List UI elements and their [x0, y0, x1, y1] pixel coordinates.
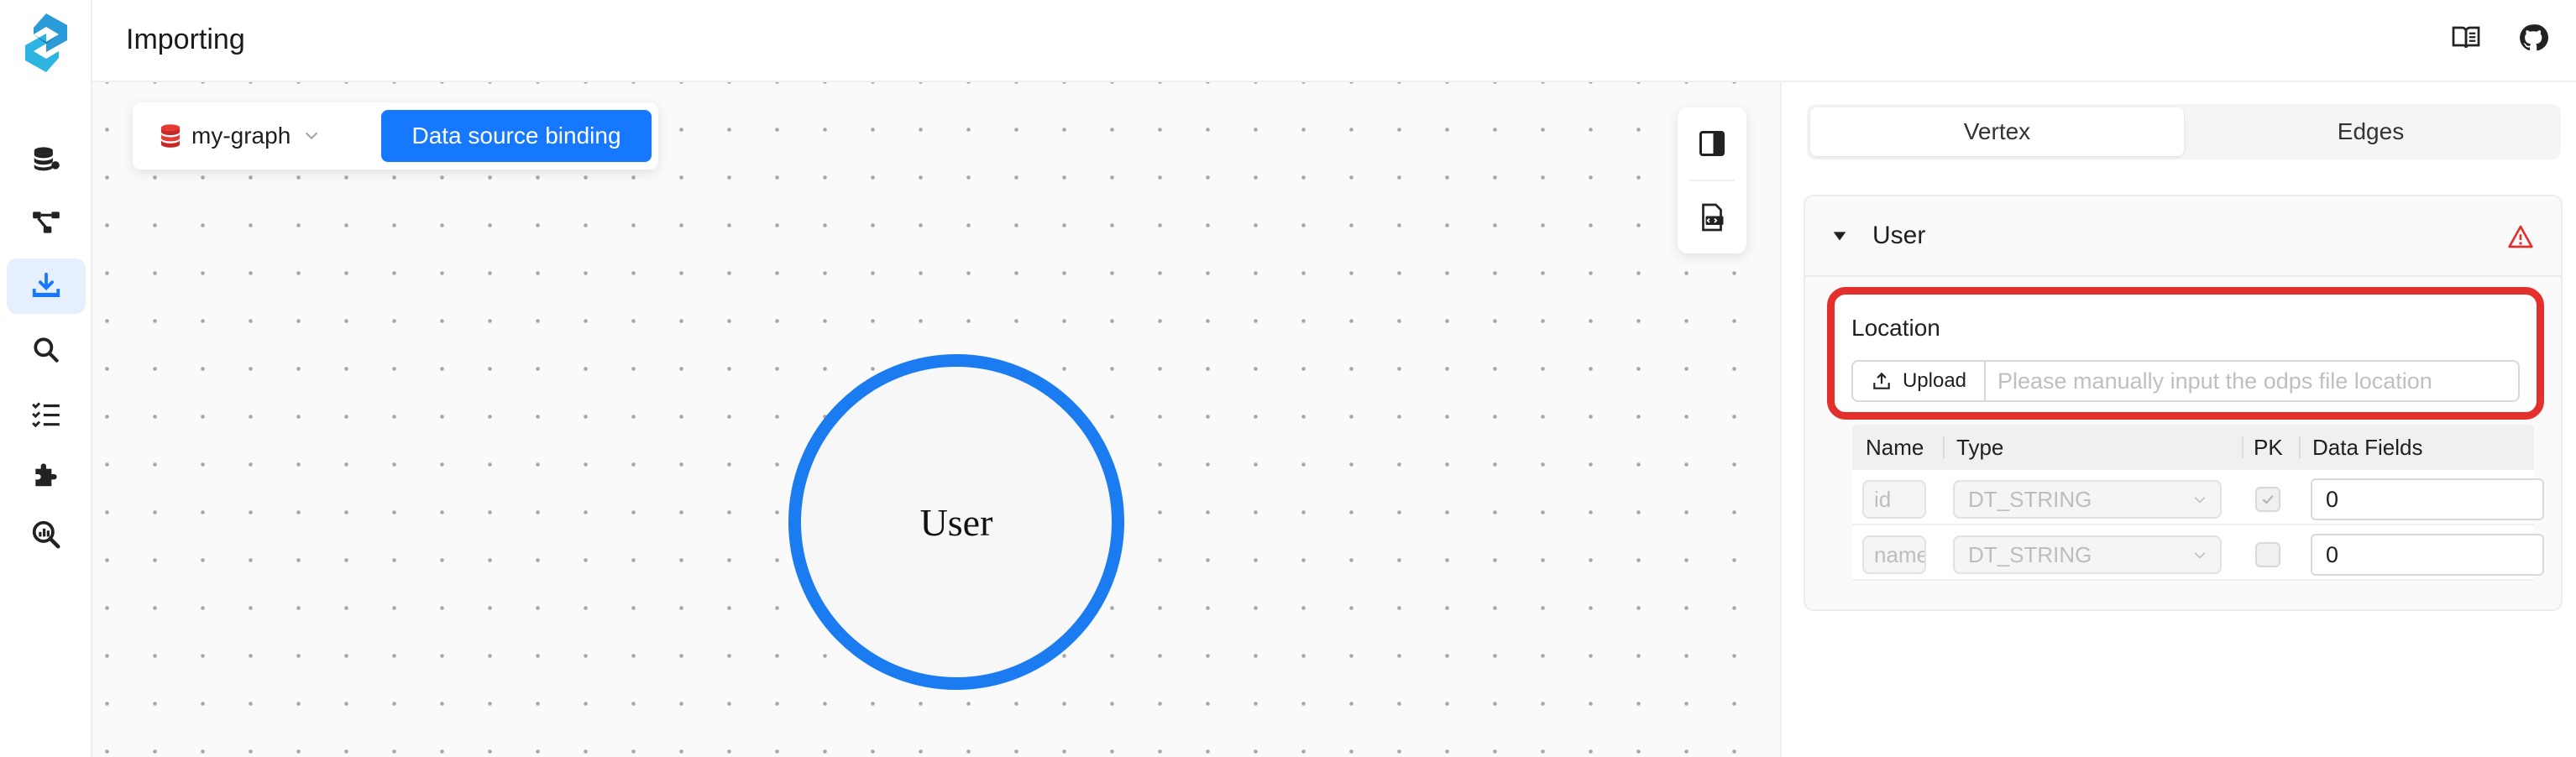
vertex-node[interactable]: User — [788, 354, 1124, 690]
pk-checkbox — [2255, 542, 2280, 567]
column-type: Type — [1956, 434, 2004, 460]
upload-label: Upload — [1902, 369, 1967, 392]
properties-table: Name Type PK Data Fields id DT_STRING 0 — [1852, 425, 2544, 581]
column-data-fields: Data Fields — [2312, 434, 2423, 460]
data-field-input[interactable]: 0 — [2311, 478, 2544, 520]
property-type-select: DT_STRING — [1953, 480, 2222, 519]
warning-icon — [2508, 225, 2533, 248]
graph-name: my-graph — [191, 123, 291, 149]
panel-tabs: Vertex Edges — [1807, 104, 2561, 159]
query-icon — [34, 337, 59, 363]
type-value: DT_STRING — [1968, 541, 2092, 567]
table-row: id DT_STRING 0 — [1852, 470, 2544, 525]
upload-button[interactable]: Upload — [1853, 362, 1986, 400]
sidebar-item-modeling[interactable] — [7, 195, 86, 250]
sidebar-toggle-icon — [1699, 131, 1725, 156]
chevron-down-icon — [2194, 497, 2206, 504]
docs-button[interactable] — [2448, 20, 2484, 55]
data-field-input[interactable]: 0 — [2311, 534, 2544, 576]
github-icon — [2520, 24, 2548, 51]
tab-edges[interactable]: Edges — [2184, 107, 2558, 156]
export-file-button[interactable] — [1678, 181, 1746, 253]
chevron-down-icon — [2194, 552, 2206, 559]
sidebar-item-jobs[interactable] — [7, 386, 86, 441]
table-row: name DT_STRING 0 — [1852, 525, 2544, 581]
caret-down-icon[interactable] — [1830, 227, 1849, 245]
importing-icon — [32, 272, 60, 297]
sidebar-item-graphs[interactable] — [7, 131, 86, 186]
sidebar-nav — [0, 0, 92, 757]
github-button[interactable] — [2516, 20, 2551, 55]
toggle-panel-button[interactable] — [1678, 107, 1746, 180]
tab-vertex[interactable]: Vertex — [1810, 107, 2184, 156]
canvas-side-tools — [1678, 107, 1746, 253]
graph-selector[interactable]: my-graph — [158, 123, 321, 149]
vertex-binding-card: User Location Upload Please manually inp… — [1804, 195, 2563, 611]
type-value: DT_STRING — [1968, 486, 2092, 512]
graph-canvas[interactable]: my-graph Data source binding User — [92, 82, 1780, 757]
chevron-down-icon — [306, 132, 318, 140]
location-input[interactable]: Please manually input the odps file loca… — [1986, 362, 2518, 400]
location-label: Location — [1851, 315, 1940, 341]
sidebar-item-importing[interactable] — [7, 258, 86, 314]
book-icon — [2452, 26, 2480, 49]
column-divider — [2242, 436, 2244, 458]
location-input-group: Upload Please manually input the odps fi… — [1851, 360, 2520, 402]
card-header[interactable]: User — [1805, 196, 2561, 277]
location-section: Location Upload Please manually input th… — [1827, 287, 2544, 420]
algorithm-icon — [32, 520, 60, 549]
modeling-icon — [33, 211, 60, 233]
sidebar-item-extensions[interactable] — [7, 446, 86, 502]
graphscope-logo-icon[interactable] — [22, 12, 71, 74]
table-header: Name Type PK Data Fields — [1852, 425, 2534, 470]
page-header: Importing — [92, 0, 2576, 82]
page-title: Importing — [126, 23, 245, 55]
upload-icon — [1873, 372, 1890, 389]
graph-toolbar: my-graph Data source binding — [133, 102, 658, 170]
property-name-input: name — [1862, 535, 1926, 574]
column-pk: PK — [2254, 434, 2283, 460]
sidebar-item-algorithm[interactable] — [7, 507, 86, 562]
check-icon — [2262, 495, 2274, 504]
card-title: User — [1872, 222, 1926, 249]
data-source-binding-button[interactable]: Data source binding — [381, 110, 652, 162]
binding-panel: Vertex Edges User Location Upload Please… — [1780, 82, 2576, 757]
property-type-select: DT_STRING — [1953, 535, 2222, 574]
column-divider — [1943, 436, 1945, 458]
jobs-icon — [32, 402, 60, 428]
file-code-icon — [1702, 203, 1724, 232]
sidebar-item-query[interactable] — [7, 322, 86, 378]
vertex-label: User — [919, 500, 993, 544]
column-name: Name — [1866, 434, 1924, 460]
pk-checkbox — [2255, 487, 2280, 512]
property-name-input: id — [1862, 480, 1926, 519]
extensions-icon — [35, 463, 57, 487]
column-divider — [2299, 436, 2301, 458]
graph-database-icon — [34, 147, 60, 171]
graph-database-icon — [160, 124, 181, 148]
